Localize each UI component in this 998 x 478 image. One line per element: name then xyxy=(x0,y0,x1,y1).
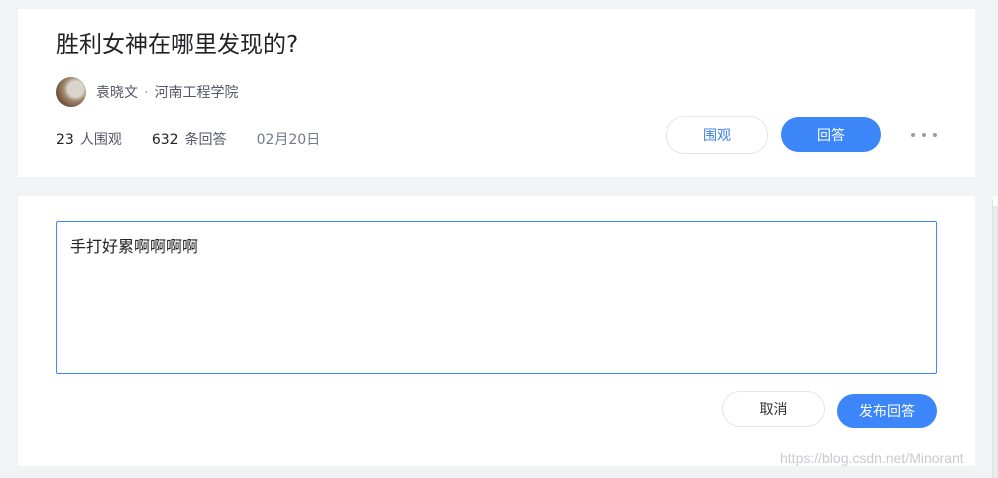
cancel-button[interactable]: 取消 xyxy=(722,391,825,427)
avatar[interactable] xyxy=(56,77,86,107)
answer-count: 632 xyxy=(151,132,179,148)
author-separator: · xyxy=(144,85,149,101)
question-title: 胜利女神在哪里发现的? xyxy=(56,32,299,58)
answer-label: 条回答 xyxy=(184,132,227,148)
watch-count: 23 xyxy=(56,132,74,148)
publish-answer-button[interactable]: 发布回答 xyxy=(837,394,937,428)
more-icon[interactable] xyxy=(911,125,937,145)
question-card: 胜利女神在哪里发现的? 袁晓文 · 河南工程学院 23 人围观 632 条回答 02月2… xyxy=(18,9,975,177)
author-school: 河南工程学院 xyxy=(154,85,239,101)
author-name[interactable]: 袁晓文 xyxy=(96,85,138,101)
question-date: 02月20日 xyxy=(256,132,321,148)
watch-button[interactable]: 围观 xyxy=(666,116,768,154)
answer-stat: 632 条回答 xyxy=(152,129,227,149)
watermark: https://blog.csdn.net/Minorant xyxy=(780,450,964,466)
watch-label: 人围观 xyxy=(79,132,122,148)
question-author: 袁晓文 · 河南工程学院 xyxy=(56,76,238,108)
answer-button[interactable]: 回答 xyxy=(781,117,881,152)
author-info: 袁晓文 · 河南工程学院 xyxy=(96,82,238,102)
side-panel-edge xyxy=(992,200,998,478)
side-panel-top xyxy=(993,196,998,206)
watch-stat: 23 人围观 xyxy=(56,129,122,149)
question-stats: 23 人围观 632 条回答 02月20日 xyxy=(56,129,350,149)
answer-input[interactable]: 手打好累啊啊啊啊 xyxy=(56,221,937,374)
answer-card: 手打好累啊啊啊啊 取消 发布回答 xyxy=(18,196,975,466)
